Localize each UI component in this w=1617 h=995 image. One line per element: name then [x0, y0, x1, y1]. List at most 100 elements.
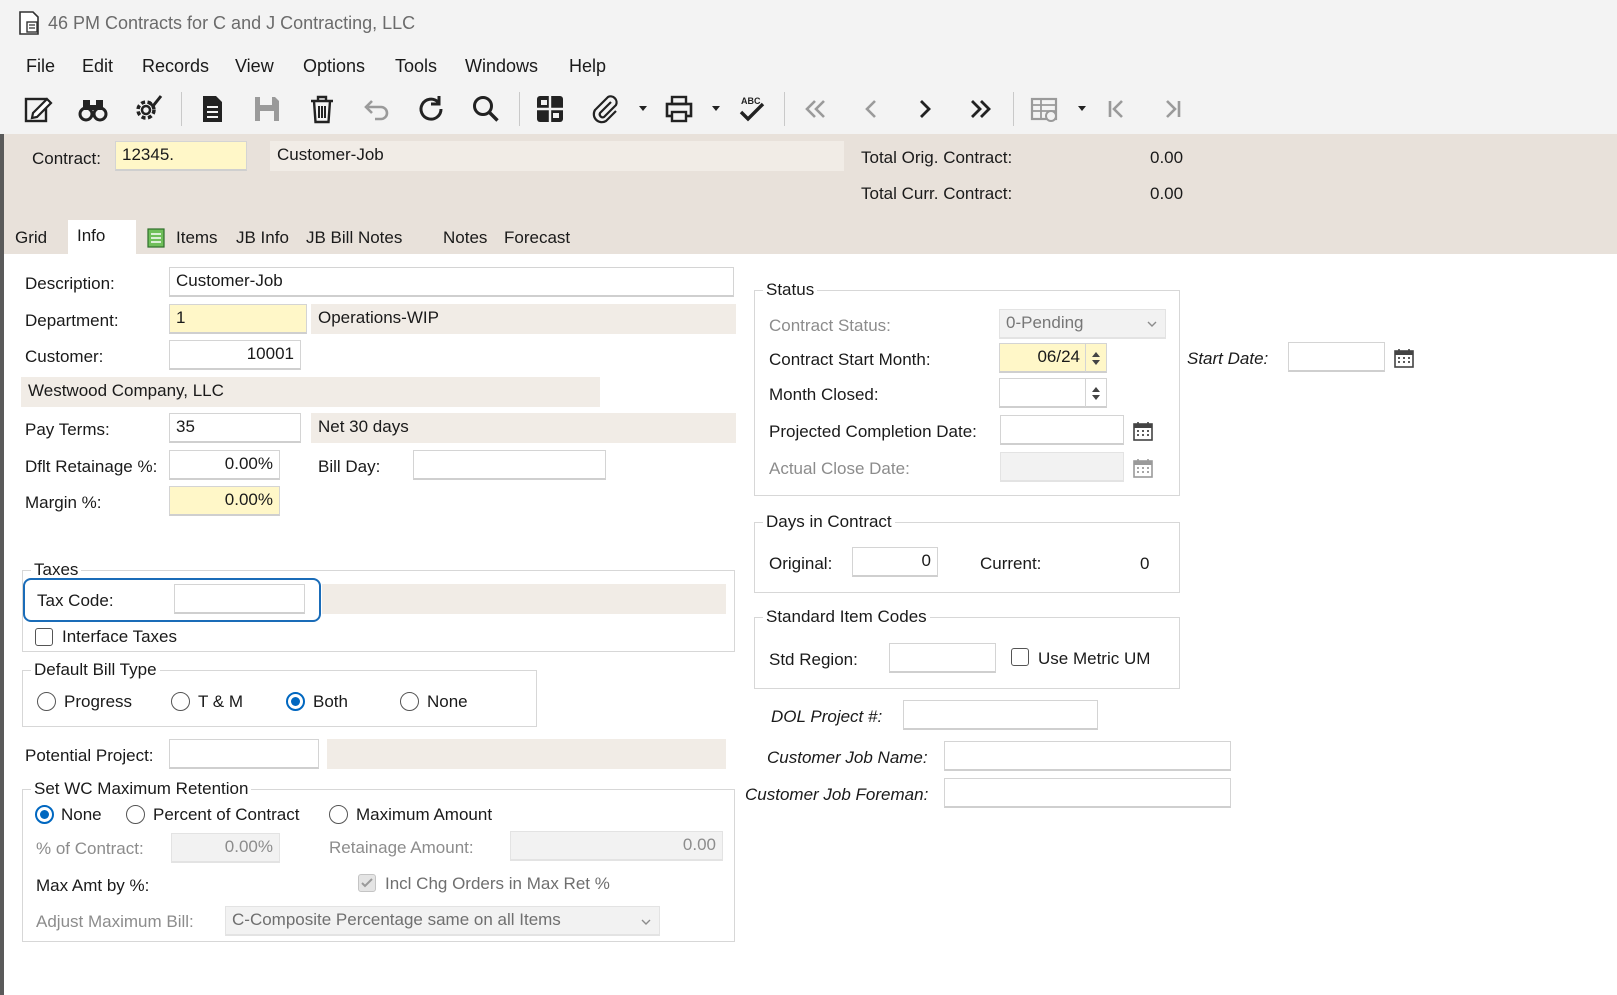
description-field[interactable]: Customer-Job	[169, 267, 734, 297]
std-region-label: Std Region:	[769, 650, 858, 669]
table-settings-dropdown-icon[interactable]	[1077, 103, 1087, 113]
search-icon[interactable]	[467, 90, 505, 128]
customer-job-foreman-field[interactable]	[944, 778, 1231, 808]
start-date-label: Start Date:	[1187, 349, 1269, 368]
projected-completion-label: Projected Completion Date:	[769, 422, 977, 441]
customer-job-name-field[interactable]	[944, 741, 1231, 771]
menu-file[interactable]: File	[26, 56, 55, 77]
toolbar-separator	[519, 92, 520, 126]
save-icon[interactable]	[248, 90, 286, 128]
adjust-max-bill-select: C-Composite Percentage same on all Items	[225, 906, 660, 936]
menu-help[interactable]: Help	[569, 56, 606, 77]
tab-notes[interactable]: Notes	[434, 223, 497, 254]
contract-field[interactable]: 12345.	[115, 141, 247, 171]
bill-day-label: Bill Day:	[318, 457, 381, 476]
menu-tools[interactable]: Tools	[395, 56, 437, 77]
contract-status-select: 0-Pending	[999, 309, 1166, 339]
menu-options[interactable]: Options	[303, 56, 365, 77]
last-record-icon[interactable]	[961, 90, 999, 128]
wc-retention-title: Set WC Maximum Retention	[31, 779, 252, 799]
table-settings-icon[interactable]	[1025, 90, 1063, 128]
pay-terms-label: Pay Terms:	[25, 420, 110, 439]
spellcheck-icon[interactable]: ABC	[733, 90, 771, 128]
potential-project-label: Potential Project:	[25, 746, 154, 765]
tax-code-description	[322, 584, 726, 614]
binoculars-icon[interactable]	[74, 90, 112, 128]
bill-type-both-radio[interactable]	[286, 692, 305, 711]
gear-check-icon[interactable]	[128, 90, 166, 128]
attachment-icon[interactable]	[586, 90, 624, 128]
days-in-contract-title: Days in Contract	[763, 512, 895, 532]
bill-type-both-label: Both	[313, 692, 348, 711]
original-days-field[interactable]: 0	[852, 547, 938, 577]
tab-jb-bill-notes[interactable]: JB Bill Notes	[297, 223, 403, 254]
wc-none-radio[interactable]	[35, 805, 54, 824]
department-field[interactable]: 1	[169, 304, 307, 334]
retainage-field[interactable]: 0.00%	[169, 450, 280, 480]
undo-icon[interactable]	[357, 90, 395, 128]
customer-job-foreman-label: Customer Job Foreman:	[745, 785, 929, 804]
total-orig-contract-label: Total Orig. Contract:	[861, 148, 1013, 167]
actual-close-date-field	[1000, 452, 1124, 482]
new-document-icon[interactable]	[193, 90, 231, 128]
total-orig-contract-value: 0.00	[1150, 148, 1184, 167]
use-metric-um-label: Use Metric UM	[1038, 649, 1151, 668]
edit-icon[interactable]	[19, 90, 57, 128]
month-closed-spinner[interactable]	[1085, 379, 1105, 407]
menu-view[interactable]: View	[235, 56, 274, 77]
svg-text:ABC: ABC	[741, 96, 761, 106]
calendar-icon	[1130, 455, 1156, 481]
start-month-spinner[interactable]	[1085, 344, 1105, 372]
calendar-icon[interactable]	[1391, 345, 1417, 371]
retainage-amount-label: Retainage Amount:	[329, 838, 474, 857]
menu-windows[interactable]: Windows	[465, 56, 538, 77]
interface-taxes-checkbox[interactable]	[35, 628, 53, 646]
total-curr-contract-value: 0.00	[1150, 184, 1184, 203]
wc-percent-radio[interactable]	[126, 805, 145, 824]
refresh-icon[interactable]	[412, 90, 450, 128]
original-days-label: Original:	[769, 554, 833, 573]
grid-icon[interactable]	[531, 90, 569, 128]
calendar-icon[interactable]	[1130, 418, 1156, 444]
last-page-icon[interactable]	[1153, 90, 1191, 128]
standard-item-codes-title: Standard Item Codes	[763, 607, 930, 627]
potential-project-field[interactable]	[169, 739, 319, 769]
tab-info[interactable]: Info	[68, 220, 136, 254]
wc-max-amount-radio[interactable]	[329, 805, 348, 824]
std-region-field[interactable]	[889, 643, 996, 673]
dol-project-label: DOL Project #:	[771, 707, 883, 726]
projected-completion-field[interactable]	[1000, 415, 1124, 445]
next-record-icon[interactable]	[906, 90, 944, 128]
bill-type-none-radio[interactable]	[400, 692, 419, 711]
delete-icon[interactable]	[303, 90, 341, 128]
start-date-field[interactable]	[1288, 342, 1385, 372]
print-dropdown-icon[interactable]	[711, 103, 721, 113]
tab-forecast[interactable]: Forecast	[495, 223, 580, 254]
menu-edit[interactable]: Edit	[82, 56, 113, 77]
incl-chg-orders-label: Incl Chg Orders in Max Ret %	[385, 874, 610, 893]
window-left-edge	[0, 134, 4, 995]
description-label: Description:	[25, 274, 115, 293]
first-page-icon[interactable]	[1098, 90, 1136, 128]
first-record-icon[interactable]	[797, 90, 835, 128]
toolbar-separator	[1013, 92, 1014, 126]
dol-project-field[interactable]	[903, 700, 1098, 730]
attachment-dropdown-icon[interactable]	[638, 103, 648, 113]
bill-type-progress-radio[interactable]	[37, 692, 56, 711]
incl-chg-orders-checkbox	[358, 874, 376, 892]
department-description: Operations-WIP	[311, 304, 736, 334]
retainage-amount-field: 0.00	[510, 831, 723, 861]
menu-records[interactable]: Records	[142, 56, 209, 77]
tab-jb-info[interactable]: JB Info	[227, 223, 298, 254]
tab-grid[interactable]: Grid	[6, 223, 57, 254]
print-icon[interactable]	[660, 90, 698, 128]
use-metric-um-checkbox[interactable]	[1011, 648, 1029, 666]
customer-field[interactable]: 10001	[169, 340, 301, 370]
pay-terms-field[interactable]: 35	[169, 413, 301, 443]
margin-field[interactable]: 0.00%	[169, 486, 280, 516]
bill-day-field[interactable]	[413, 450, 606, 480]
bill-type-tm-radio[interactable]	[171, 692, 190, 711]
current-days-value: 0	[1140, 554, 1150, 573]
previous-record-icon[interactable]	[852, 90, 890, 128]
bill-type-tm-label: T & M	[198, 692, 244, 711]
